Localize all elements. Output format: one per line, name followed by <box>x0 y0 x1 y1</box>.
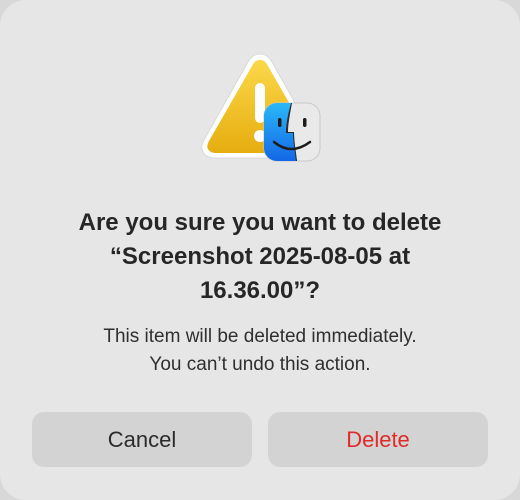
dialog-message-line: You can’t undo this action. <box>149 354 371 375</box>
dialog-title-line: Are you sure you want to delete <box>78 209 442 236</box>
delete-confirmation-dialog: Are you sure you want to delete “Screens… <box>0 0 520 500</box>
delete-button[interactable]: Delete <box>268 412 488 467</box>
finder-icon <box>263 102 321 162</box>
dialog-title-line: 16.36.00”? <box>199 277 321 304</box>
alert-icon-group <box>198 48 322 168</box>
dialog-title-line: “Screenshot 2025-08-05 at <box>109 243 411 270</box>
dialog-message: This item will be deleted immediately. Y… <box>30 323 490 379</box>
cancel-button[interactable]: Cancel <box>32 412 252 467</box>
dialog-title: Are you sure you want to delete “Screens… <box>30 206 490 308</box>
dialog-message-line: This item will be deleted immediately. <box>103 326 417 347</box>
